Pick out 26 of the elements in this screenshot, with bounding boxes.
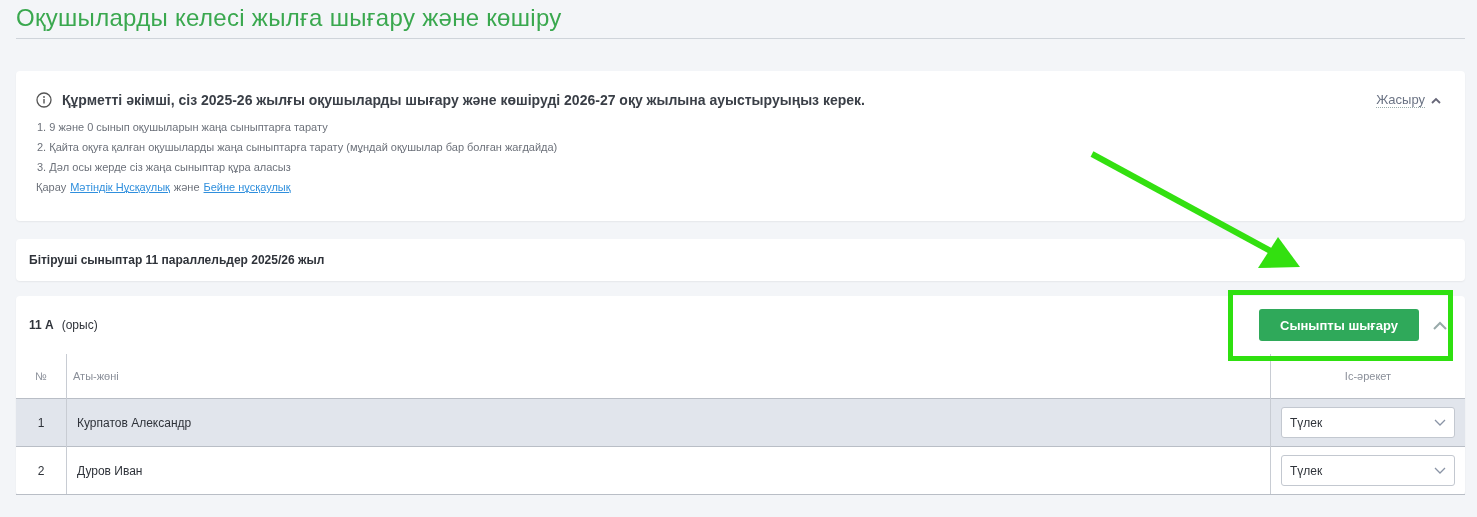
- row-number: 1: [37, 415, 45, 430]
- action-dropdown[interactable]: Түлек: [1281, 455, 1455, 486]
- action-dropdown[interactable]: Түлек: [1281, 407, 1455, 438]
- step-text: 3. Дәл осы жерде сіз жаңа сыныптар құра аласыз: [36, 160, 292, 175]
- links-text: және: [173, 181, 200, 193]
- step-text: 1. 9 және 0 сынып оқушыларын жаңа сыныптарға тарату: [36, 120, 329, 135]
- column-header: №: [35, 370, 47, 382]
- section-heading: Бітіруші сыныптар 11 параллельдер 2025/26 жыл: [29, 253, 325, 267]
- step-text: 2. Қайта оқуға қалған оқушыларды жаңа сыныптарға тарату (мұндай оқушылар бар болған жағдайда): [36, 140, 559, 155]
- hide-toggle[interactable]: Жасыру: [1376, 92, 1441, 108]
- instruction-link[interactable]: Бейне нұсқаулық: [203, 181, 291, 193]
- class-language: (орыс): [61, 318, 98, 332]
- class-name: 11 А: [29, 318, 54, 332]
- column-header: Іс-әрекет: [1344, 370, 1392, 382]
- chevron-down-icon: [1434, 467, 1446, 474]
- notice-heading: Құрметті әкімші, сіз 2025-26 жылғы оқушыларды шығару және көшіруді 2026-27 оқу жылына ауыстыруыңыз керек.: [62, 92, 865, 108]
- page-title: Оқушыларды келесі жылға шығару және көшіру: [16, 0, 1465, 39]
- row-number: 2: [37, 463, 45, 478]
- student-name: Дуров Иван: [77, 463, 143, 478]
- chevron-down-icon: [1434, 419, 1446, 426]
- column-header: Аты-жөні: [73, 370, 119, 382]
- instruction-link[interactable]: Мәтіндік Нұсқаулық: [70, 181, 170, 193]
- links-text: Қарау: [36, 181, 67, 193]
- chevron-up-icon[interactable]: [1431, 96, 1441, 104]
- info-icon: [36, 92, 52, 108]
- student-name: Курпатов Александр: [77, 415, 192, 430]
